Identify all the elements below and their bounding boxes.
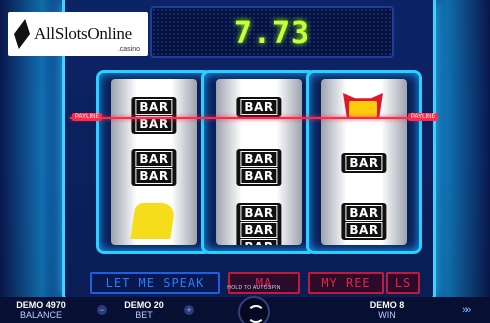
bet-label: BET: [135, 310, 153, 320]
win-display: 7.73: [150, 6, 394, 58]
message-strip-1: LET ME SPEAK: [90, 272, 220, 294]
win-value: DEMO 8: [369, 300, 405, 310]
payline-label-right: PAYLINE: [408, 113, 439, 121]
double-bar-symbol: BAR BAR: [131, 149, 177, 186]
reel-1: BAR BAR BAR BAR: [111, 79, 197, 245]
payline: [70, 117, 420, 119]
slot-game-screen: 7.73 AllSlotsOnline .casino BAR BAR BAR BA…: [0, 0, 490, 323]
triple-bar-symbol: BARBARBAR: [236, 203, 282, 245]
win-total-display: DEMO 8 WIN: [352, 300, 422, 320]
balance-display: DEMO 4970 BALANCE: [6, 300, 76, 320]
yellow-seven-symbol: [130, 203, 176, 239]
payline-label-left: PAYLINE: [72, 113, 103, 121]
bet-decrease-button[interactable]: −: [97, 305, 107, 315]
reel-frame-2: BAR BARBAR BARBARBAR: [201, 70, 317, 254]
logo-sub: .casino: [117, 46, 140, 53]
site-logo: AllSlotsOnline .casino: [8, 12, 148, 56]
refresh-icon: [247, 305, 265, 323]
win-label: WIN: [378, 310, 396, 320]
single-bar-symbol: BAR: [341, 153, 387, 173]
message-strip-3: MY REE: [308, 272, 384, 294]
reel-2: BAR BARBAR BARBARBAR: [216, 79, 302, 245]
balance-label: BALANCE: [19, 310, 63, 320]
logo-text: AllSlotsOnline: [34, 24, 132, 43]
bet-display: DEMO 20 BET: [112, 300, 176, 320]
double-bar-symbol: BAR BAR: [131, 97, 177, 134]
double-bar-symbol: BAR BAR: [341, 203, 387, 240]
balance-value: DEMO 4970: [16, 300, 66, 310]
spin-button[interactable]: [238, 296, 270, 323]
gold-accent: [349, 101, 377, 117]
logo-diamond-icon: [11, 19, 33, 49]
win-amount: 7.73: [233, 16, 311, 51]
message-strip-4: LS: [386, 272, 420, 294]
bet-value: DEMO 20: [124, 300, 164, 310]
reel-frame-1: BAR BAR BAR BAR: [96, 70, 212, 254]
bet-increase-button[interactable]: +: [184, 305, 194, 315]
fast-forward-icon[interactable]: »»: [462, 304, 471, 316]
reel-3: BAR BAR BAR: [321, 79, 407, 245]
hold-to-autospin-hint: HOLD TO AUTOSPIN: [227, 285, 281, 291]
double-bar-symbol: BAR BAR: [236, 149, 282, 186]
reel-frame-3: BAR BAR BAR: [306, 70, 422, 254]
single-bar-symbol: BAR: [236, 97, 282, 117]
